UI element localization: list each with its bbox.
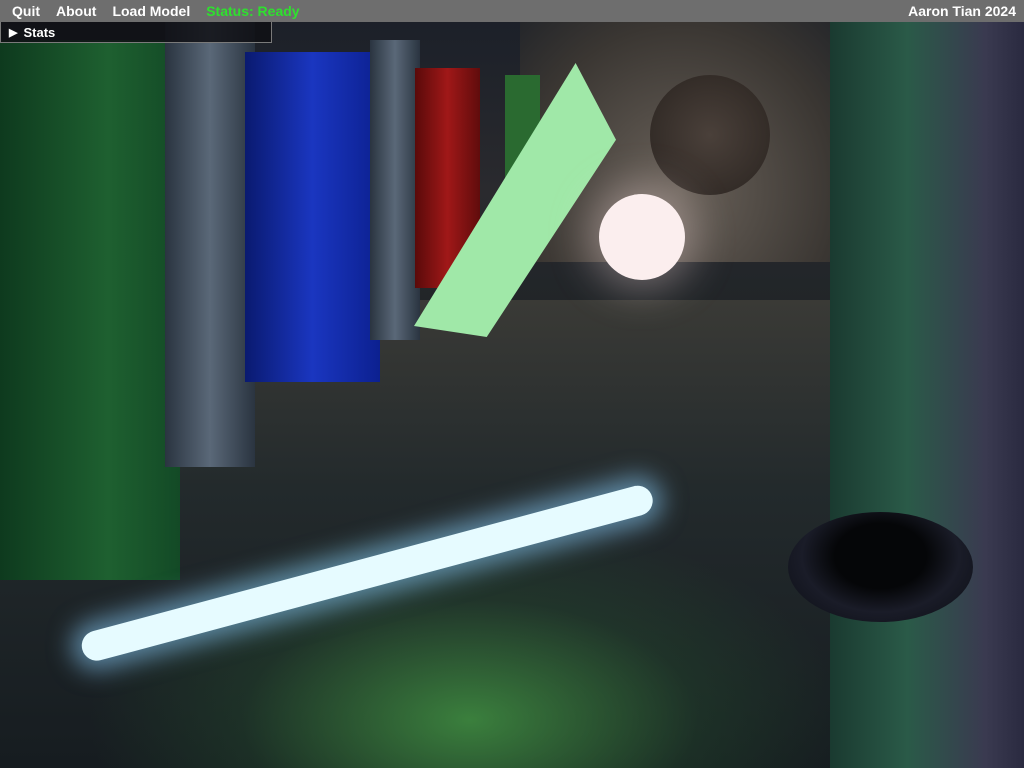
blue-banner: [245, 52, 380, 382]
tire-swing: [788, 512, 973, 622]
sphere-light: [599, 194, 685, 280]
render-viewport[interactable]: [0, 0, 1024, 768]
lion-relief: [650, 75, 770, 195]
menu-about[interactable]: About: [48, 3, 104, 19]
stats-window-header[interactable]: ▶ Stats: [0, 22, 272, 43]
author-text: Aaron Tian 2024: [908, 3, 1016, 19]
status-text: Status: Ready: [206, 3, 300, 19]
green-banner: [0, 40, 180, 580]
menu-load-model[interactable]: Load Model: [104, 3, 198, 19]
pillar: [370, 40, 420, 340]
pillar: [165, 22, 255, 467]
menu-quit[interactable]: Quit: [0, 3, 48, 19]
menu-bar: Quit About Load Model Status: Ready Aaro…: [0, 0, 1024, 22]
collapse-arrow-icon[interactable]: ▶: [9, 26, 17, 39]
right-wall: [830, 22, 1024, 768]
stats-title: Stats: [23, 24, 56, 40]
